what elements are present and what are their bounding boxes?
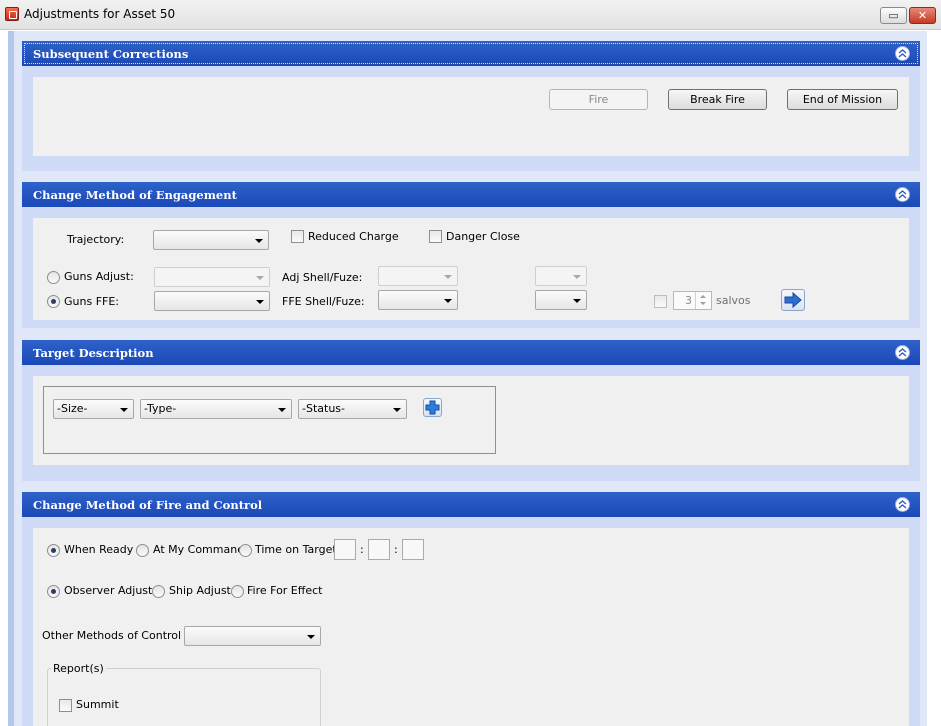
salvos-stepper[interactable]: 3 <box>673 291 712 310</box>
time-seconds-field[interactable] <box>402 539 424 560</box>
time-separator: : <box>360 543 364 556</box>
ffe-shell-fuze-select[interactable] <box>378 290 458 310</box>
trajectory-select[interactable] <box>153 230 269 250</box>
other-methods-select[interactable] <box>184 626 321 646</box>
ffe-shell-fuze-label: FFE Shell/Fuze: <box>282 295 365 308</box>
close-button[interactable]: ✕ <box>909 7 936 24</box>
chevron-down-icon <box>256 276 264 280</box>
change-method-engagement-panel: Change Method of Engagement Trajectory: … <box>22 182 920 328</box>
guns-adjust-radio[interactable] <box>47 271 60 284</box>
chevron-down-icon <box>307 635 315 639</box>
type-select[interactable]: -Type- <box>140 399 292 419</box>
time-hours-field[interactable] <box>334 539 356 560</box>
collapse-chevron-icon[interactable] <box>895 345 910 360</box>
close-icon: ✕ <box>917 9 928 22</box>
add-target-button[interactable] <box>423 398 442 417</box>
chevron-down-icon <box>255 239 263 243</box>
target-description-header[interactable]: Target Description <box>22 340 920 365</box>
change-method-fire-control-panel: Change Method of Fire and Control When R… <box>22 492 920 726</box>
ship-adjust-label: Ship Adjust <box>169 584 231 597</box>
window-titlebar: Adjustments for Asset 50 ▭ ✕ <box>0 0 941 30</box>
summit-checkbox[interactable] <box>59 699 72 712</box>
chevron-down-icon <box>120 408 128 412</box>
fire-for-effect-radio[interactable] <box>231 585 244 598</box>
chevron-down-icon <box>444 299 452 303</box>
change-method-engagement-header[interactable]: Change Method of Engagement <box>22 182 920 207</box>
salvos-value: 3 <box>685 294 692 307</box>
other-methods-label: Other Methods of Control <box>42 629 182 642</box>
when-ready-label: When Ready <box>64 543 134 556</box>
subsequent-corrections-panel: Subsequent Corrections Fire Break Fire E… <box>22 41 920 171</box>
time-separator: : <box>394 543 398 556</box>
change-method-engagement-body: Trajectory: Reduced Charge Danger Close … <box>33 218 909 320</box>
status-select[interactable]: -Status- <box>298 399 407 419</box>
break-fire-button[interactable]: Break Fire <box>668 89 767 110</box>
end-of-mission-button[interactable]: End of Mission <box>787 89 898 110</box>
at-my-command-label: At My Command <box>153 543 245 556</box>
target-description-box: -Size- -Type- -Status- <box>43 386 496 454</box>
subsequent-corrections-body: Fire Break Fire End of Mission <box>33 77 909 156</box>
at-my-command-radio[interactable] <box>136 544 149 557</box>
change-method-fire-control-header[interactable]: Change Method of Fire and Control <box>22 492 920 517</box>
summit-label: Summit <box>76 698 119 711</box>
panel-title: Target Description <box>33 346 154 360</box>
chevron-down-icon <box>278 408 286 412</box>
spinner-icon[interactable] <box>695 292 711 309</box>
arrow-right-icon <box>784 291 802 309</box>
danger-close-checkbox[interactable] <box>429 230 442 243</box>
adj-shell-fuze-label: Adj Shell/Fuze: <box>282 271 363 284</box>
salvos-checkbox[interactable] <box>654 295 667 308</box>
time-minutes-field[interactable] <box>368 539 390 560</box>
guns-ffe-label: Guns FFE: <box>64 295 120 308</box>
ffe-fuze-setting-select[interactable] <box>535 290 587 310</box>
collapse-chevron-icon[interactable] <box>895 187 910 202</box>
salvos-label: salvos <box>716 294 751 307</box>
time-on-target-label: Time on Target <box>255 543 337 556</box>
chevron-down-icon <box>444 275 452 279</box>
trajectory-label: Trajectory: <box>67 233 125 246</box>
chevron-down-icon <box>573 299 581 303</box>
app-icon <box>5 7 19 21</box>
apply-arrow-button[interactable] <box>781 289 805 311</box>
size-select[interactable]: -Size- <box>53 399 134 419</box>
observer-adjust-label: Observer Adjust <box>64 584 153 597</box>
guns-adjust-label: Guns Adjust: <box>64 270 134 283</box>
guns-adjust-select[interactable] <box>154 267 270 287</box>
target-description-body: -Size- -Type- -Status- <box>33 376 909 465</box>
guns-ffe-select[interactable] <box>154 291 270 311</box>
reports-label: Report(s) <box>51 662 106 675</box>
window-title: Adjustments for Asset 50 <box>24 7 176 21</box>
panel-title: Subsequent Corrections <box>33 47 189 61</box>
chevron-down-icon <box>393 408 401 412</box>
fire-for-effect-label: Fire For Effect <box>247 584 323 597</box>
when-ready-radio[interactable] <box>47 544 60 557</box>
plus-icon <box>425 400 440 415</box>
observer-adjust-radio[interactable] <box>47 585 60 598</box>
danger-close-label: Danger Close <box>446 230 520 243</box>
reduced-charge-label: Reduced Charge <box>308 230 399 243</box>
collapse-chevron-icon[interactable] <box>895 46 910 61</box>
reduced-charge-checkbox[interactable] <box>291 230 304 243</box>
subsequent-corrections-header[interactable]: Subsequent Corrections <box>22 41 920 66</box>
ship-adjust-radio[interactable] <box>152 585 165 598</box>
collapse-chevron-icon[interactable] <box>895 497 910 512</box>
panel-title: Change Method of Engagement <box>33 188 237 202</box>
chevron-down-icon <box>573 275 581 279</box>
chevron-down-icon <box>256 300 264 304</box>
panel-title: Change Method of Fire and Control <box>33 498 263 512</box>
reports-group <box>47 668 321 726</box>
minimize-icon: ▭ <box>888 9 899 22</box>
target-description-panel: Target Description -Size- -Type- -Status… <box>22 340 920 481</box>
guns-ffe-radio[interactable] <box>47 295 60 308</box>
fire-button[interactable]: Fire <box>549 89 648 110</box>
adj-shell-fuze-select[interactable] <box>378 266 458 286</box>
change-method-fire-control-body: When Ready At My Command Time on Target … <box>33 528 909 726</box>
time-on-target-radio[interactable] <box>239 544 252 557</box>
adj-fuze-setting-select[interactable] <box>535 266 587 286</box>
minimize-button[interactable]: ▭ <box>880 7 907 24</box>
